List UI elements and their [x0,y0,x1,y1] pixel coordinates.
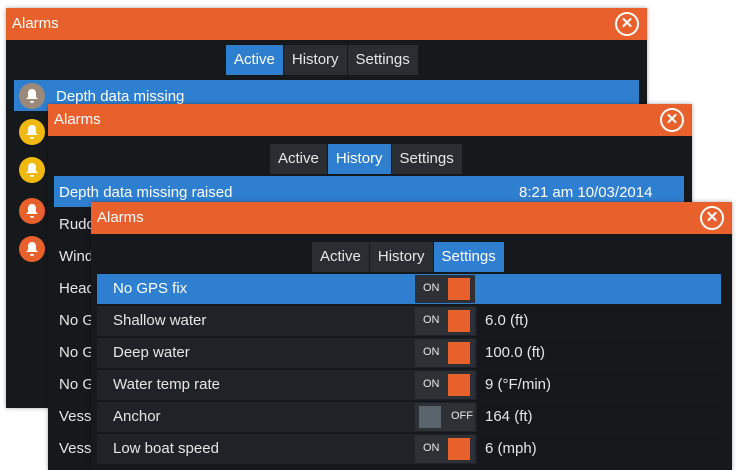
title-bar: Alarms ✕ [91,202,732,234]
history-row[interactable]: Vess [59,440,92,457]
history-row[interactable]: Rudd [59,216,95,233]
toggle-switch[interactable]: ON [415,371,475,399]
tab-history[interactable]: History [327,144,392,174]
setting-row-water-temp-rate[interactable]: Water temp rate ON 9 (°F/min) [97,370,721,400]
toggle-state: ON [423,442,440,454]
setting-row-no-gps-fix[interactable]: No GPS fix ON [97,274,721,304]
toggle-state: OFF [451,410,473,422]
setting-row-shallow-water[interactable]: Shallow water ON 6.0 (ft) [97,306,721,336]
tab-active[interactable]: Active [226,45,284,75]
window-title: Alarms [97,209,144,226]
toggle-state: ON [423,346,440,358]
setting-name: Anchor [113,408,161,425]
toggle-knob [448,310,470,332]
history-time: 8:21 am 10/03/2014 [519,184,653,201]
bell-icon [26,125,38,139]
alarm-icon-yellow-2[interactable] [19,157,45,183]
setting-value[interactable]: 100.0 (ft) [477,338,721,368]
tab-settings[interactable]: Settings [391,144,463,174]
toggle-switch[interactable]: OFF [415,403,475,431]
tab-active[interactable]: Active [312,242,370,272]
history-label: Depth data missing raised [59,184,233,201]
setting-name: Shallow water [113,312,207,329]
close-icon: ✕ [620,15,634,32]
setting-name: Low boat speed [113,440,219,457]
history-row[interactable]: No G [59,344,94,361]
setting-value [477,274,721,304]
toggle-knob [448,342,470,364]
toggle-state: ON [423,282,440,294]
toggle-state: ON [423,378,440,390]
title-bar: Alarms ✕ [48,104,692,136]
alarm-icon-orange-2[interactable] [19,236,45,262]
bell-icon [26,163,38,177]
history-row[interactable]: Head [59,280,95,297]
tab-active[interactable]: Active [270,144,328,174]
title-bar: Alarms ✕ [6,8,647,40]
toggle-knob [448,278,470,300]
window-title: Alarms [12,15,59,32]
close-button[interactable]: ✕ [615,12,639,36]
history-row[interactable]: No G [59,376,94,393]
alarm-label: Depth data missing [56,88,185,105]
setting-row-deep-water[interactable]: Deep water ON 100.0 (ft) [97,338,721,368]
alarm-icon-gray[interactable] [19,83,45,109]
toggle-state: ON [423,314,440,326]
close-button[interactable]: ✕ [660,108,684,132]
toggle-switch[interactable]: ON [415,339,475,367]
history-row[interactable]: Wind [59,248,93,265]
toggle-knob [448,374,470,396]
bell-icon [26,204,38,218]
toggle-switch[interactable]: ON [415,307,475,335]
alarms-window-settings: Alarms ✕ Active History Settings No GPS … [91,202,732,470]
setting-name: No GPS fix [113,280,188,297]
tab-history[interactable]: History [369,242,434,272]
close-icon: ✕ [665,111,679,128]
bell-icon [26,89,38,103]
tab-settings[interactable]: Settings [347,45,419,75]
setting-name: Water temp rate [113,376,220,393]
setting-value[interactable]: 6.0 (ft) [477,306,721,336]
alarm-icon-yellow-1[interactable] [19,119,45,145]
window-title: Alarms [54,111,101,128]
toggle-knob [419,406,441,428]
setting-value[interactable]: 9 (°F/min) [477,370,721,400]
tab-bar: Active History Settings [226,45,419,75]
toggle-knob [448,438,470,460]
setting-name: Deep water [113,344,190,361]
tab-history[interactable]: History [283,45,348,75]
alarm-icon-orange-1[interactable] [19,198,45,224]
toggle-switch[interactable]: ON [415,435,475,463]
bell-icon [26,242,38,256]
tab-bar: Active History Settings [312,242,505,272]
history-row[interactable]: Vess [59,408,92,425]
toggle-switch[interactable]: ON [415,275,475,303]
tab-bar: Active History Settings [270,144,463,174]
setting-value[interactable]: 6 (mph) [477,434,721,464]
setting-row-low-boat-speed[interactable]: Low boat speed ON 6 (mph) [97,434,721,464]
tab-settings[interactable]: Settings [433,242,505,272]
history-row[interactable]: No G [59,312,94,329]
setting-value[interactable]: 164 (ft) [477,402,721,432]
close-button[interactable]: ✕ [700,206,724,230]
setting-row-anchor[interactable]: Anchor OFF 164 (ft) [97,402,721,432]
close-icon: ✕ [705,209,719,226]
